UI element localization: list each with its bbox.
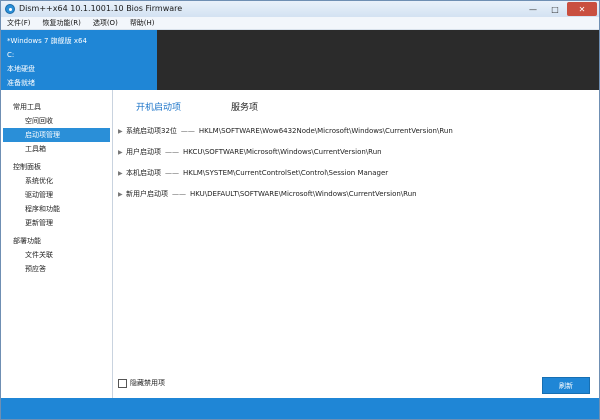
expand-caret-icon[interactable]: ▶ [118, 128, 126, 135]
entry-path: HKCU\SOFTWARE\Microsoft\Windows\CurrentV… [183, 148, 382, 156]
sidebar-group-common-tools: 常用工具 [13, 103, 41, 111]
window-title: Dism++x64 10.1.1001.10 Bios Firmware [19, 4, 183, 13]
tab-services[interactable]: 服务项 [229, 98, 260, 115]
tab-strip: 开机启动项 服务项 [134, 98, 306, 115]
startup-entry-list: ▶ 系统启动项32位 —— HKLM\SOFTWARE\Wow6432Node\… [118, 124, 453, 208]
sidebar-item-system-optimize[interactable]: 系统优化 [3, 174, 110, 188]
title-bar[interactable]: Dism++x64 10.1.1001.10 Bios Firmware — □… [1, 1, 599, 17]
hide-disabled-label: 隐藏禁用项 [130, 379, 165, 387]
sidebar-item-toolbox[interactable]: 工具箱 [3, 142, 110, 156]
status-text: 准备就绪 [7, 79, 35, 87]
expand-caret-icon[interactable]: ▶ [118, 149, 126, 156]
menu-restore[interactable]: 恢复功能(R) [41, 18, 83, 28]
hide-disabled-toggle[interactable]: 隐藏禁用项 [118, 378, 165, 388]
sidebar-item-driver-manager[interactable]: 驱动管理 [3, 188, 110, 202]
close-button[interactable]: ✕ [567, 2, 597, 16]
status-bar [1, 398, 599, 419]
sidebar-item-unattend[interactable]: 预应答 [3, 262, 110, 276]
entry-separator: —— [165, 148, 179, 156]
sidebar-group-deploy: 部署功能 [13, 237, 41, 245]
sidebar-group-control-panel: 控制面板 [13, 163, 41, 171]
menu-options[interactable]: 选项(O) [91, 18, 120, 28]
drive-letter: C: [7, 51, 15, 59]
list-item[interactable]: ▶ 用户启动项 —— HKCU\SOFTWARE\Microsoft\Windo… [118, 145, 453, 159]
app-window: Dism++x64 10.1.1001.10 Bios Firmware — □… [0, 0, 600, 420]
minimize-button[interactable]: — [523, 2, 543, 16]
list-item[interactable]: ▶ 新用户启动项 —— HKU\DEFAULT\SOFTWARE\Microso… [118, 187, 453, 201]
hide-disabled-checkbox[interactable] [118, 378, 127, 388]
maximize-button[interactable]: □ [545, 2, 565, 16]
expand-caret-icon[interactable]: ▶ [118, 191, 126, 198]
menu-file[interactable]: 文件(F) [5, 18, 33, 28]
image-info-panel[interactable]: *Windows 7 旗舰版 x64 C: 本地硬盘 准备就绪 [1, 30, 157, 90]
session-list-area [157, 30, 599, 90]
sidebar-item-file-association[interactable]: 文件关联 [3, 248, 110, 262]
entry-path: HKU\DEFAULT\SOFTWARE\Microsoft\Windows\C… [190, 190, 417, 198]
list-item[interactable]: ▶ 本机启动项 —— HKLM\SYSTEM\CurrentControlSet… [118, 166, 453, 180]
entry-separator: —— [180, 127, 195, 135]
expand-caret-icon[interactable]: ▶ [118, 170, 126, 177]
sidebar-item-startup-manager[interactable]: 启动项管理 [3, 128, 110, 142]
entry-label: 本机启动项 [126, 169, 161, 177]
entry-label: 系统启动项32位 [126, 127, 177, 135]
sidebar: 常用工具 空间回收 启动项管理 工具箱 控制面板 系统优化 驱动管理 程序和功能… [1, 90, 113, 398]
menu-bar: 文件(F) 恢复功能(R) 选项(O) 帮助(H) [1, 17, 599, 30]
sidebar-item-update-manager[interactable]: 更新管理 [3, 216, 110, 230]
menu-help[interactable]: 帮助(H) [128, 18, 157, 28]
disk-type: 本地硬盘 [7, 65, 35, 73]
entry-path: HKLM\SOFTWARE\Wow6432Node\Microsoft\Wind… [198, 127, 453, 135]
app-logo-icon [5, 4, 15, 14]
minimize-icon: — [529, 4, 537, 14]
entry-separator: —— [165, 169, 179, 177]
entry-separator: —— [172, 190, 186, 198]
sidebar-item-programs[interactable]: 程序和功能 [3, 202, 110, 216]
sidebar-item-space-cleanup[interactable]: 空间回收 [3, 114, 110, 128]
list-item[interactable]: ▶ 系统启动项32位 —— HKLM\SOFTWARE\Wow6432Node\… [118, 124, 453, 138]
entry-label: 新用户启动项 [126, 190, 168, 198]
entry-label: 用户启动项 [126, 148, 161, 156]
refresh-button[interactable]: 刷新 [542, 377, 590, 394]
entry-path: HKLM\SYSTEM\CurrentControlSet\Control\Se… [183, 169, 389, 177]
close-icon: ✕ [578, 4, 586, 14]
maximize-icon: □ [551, 4, 559, 14]
main-panel: 开机启动项 服务项 ▶ 系统启动项32位 —— HKLM\SOFTWARE\Wo… [114, 90, 599, 398]
os-name: *Windows 7 旗舰版 x64 [7, 37, 87, 45]
tab-startup-items[interactable]: 开机启动项 [134, 98, 183, 115]
